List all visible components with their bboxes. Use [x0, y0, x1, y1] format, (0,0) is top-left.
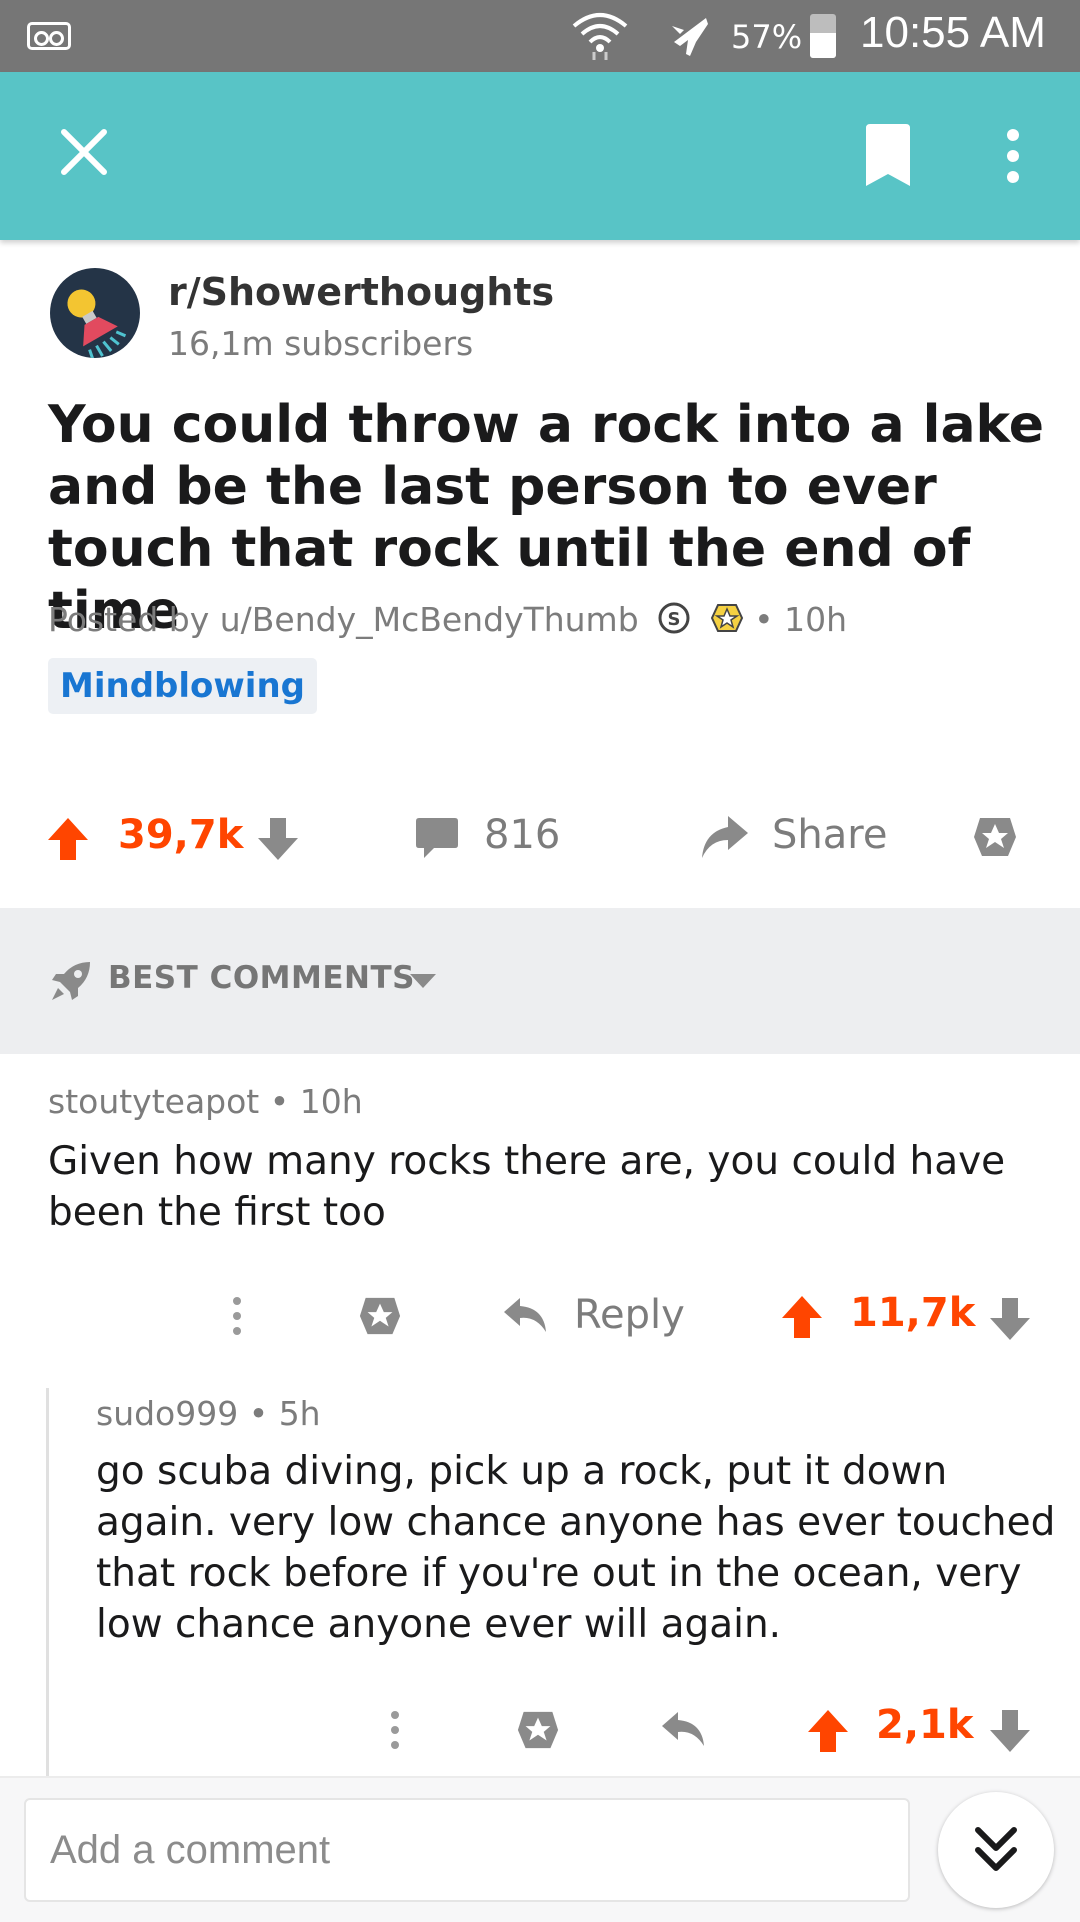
comment-sort-bar[interactable]: BEST COMMENTS [0, 908, 1080, 1054]
award-icon[interactable] [972, 814, 1018, 860]
bookmark-icon[interactable] [866, 124, 910, 186]
comment-age: • 10h [269, 1082, 363, 1121]
upvote-icon[interactable] [782, 1296, 822, 1338]
reply-button[interactable]: Reply [574, 1292, 685, 1338]
share-button[interactable]: Share [772, 812, 887, 858]
share-icon[interactable] [700, 816, 748, 858]
comment-age: • 5h [248, 1394, 321, 1433]
downvote-icon[interactable] [990, 1298, 1030, 1340]
comment-icon[interactable] [416, 818, 458, 858]
sort-label[interactable]: BEST COMMENTS [108, 960, 415, 996]
upvote-icon[interactable] [808, 1710, 848, 1752]
comment-meta: stoutyteapot • 10h [48, 1082, 363, 1121]
award-icon[interactable] [358, 1294, 402, 1338]
comment-score: 2,1k [876, 1702, 974, 1748]
double-chevron-down-icon [975, 1827, 1017, 1871]
post-actions: 39,7k 816 Share [0, 800, 1080, 876]
comment-author[interactable]: sudo999 [96, 1394, 238, 1433]
subscriber-count: 16,1m subscribers [168, 324, 474, 363]
wifi-icon [572, 13, 628, 60]
comment-body: Given how many rocks there are, you coul… [48, 1139, 1006, 1235]
more-vertical-icon[interactable] [1000, 128, 1026, 184]
more-vertical-icon[interactable] [230, 1296, 244, 1336]
voicemail-icon [27, 22, 71, 50]
reply-icon[interactable] [662, 1712, 704, 1748]
post-byline: Posted by u/Bendy_McBendyThumb S • 10h [48, 600, 847, 643]
post-flair[interactable]: Mindblowing [48, 658, 317, 714]
comment-count[interactable]: 816 [484, 812, 560, 858]
comment-author[interactable]: stoutyteapot [48, 1082, 259, 1121]
battery-percent: 57% [731, 18, 803, 56]
airplane-mode-icon [672, 18, 708, 56]
close-icon[interactable] [58, 126, 110, 178]
add-comment-input[interactable]: Add a comment [24, 1798, 910, 1902]
chevron-down-icon [410, 974, 436, 988]
post-score: 39,7k [118, 812, 244, 858]
svg-text:S: S [668, 609, 681, 630]
comment-body: go scuba diving, pick up a rock, put it … [96, 1449, 1056, 1647]
comment-score: 11,7k [850, 1290, 976, 1336]
subreddit-name[interactable]: r/Showerthoughts [168, 270, 554, 314]
scroll-down-button[interactable] [938, 1792, 1054, 1908]
post-age: • 10h [754, 600, 848, 639]
status-bar: 57% 10:55 AM [0, 0, 1080, 72]
app-bar [0, 72, 1080, 240]
silver-award-icon: S [657, 601, 691, 643]
battery-icon [810, 14, 836, 58]
award-icon[interactable] [516, 1708, 560, 1752]
reply-icon[interactable] [504, 1298, 546, 1334]
downvote-icon[interactable] [258, 818, 298, 860]
post-author[interactable]: Posted by u/Bendy_McBendyThumb [48, 600, 639, 639]
clock: 10:55 AM [860, 8, 1046, 57]
gold-star-award-icon [710, 601, 744, 643]
rocket-icon [52, 962, 90, 1000]
more-vertical-icon[interactable] [388, 1710, 402, 1750]
downvote-icon[interactable] [990, 1710, 1030, 1752]
upvote-icon[interactable] [48, 818, 88, 860]
thread-line[interactable] [46, 1388, 49, 1776]
comment-meta: sudo999 • 5h [96, 1394, 321, 1433]
subreddit-avatar[interactable] [50, 268, 140, 358]
comment-composer: Add a comment [0, 1776, 1080, 1922]
